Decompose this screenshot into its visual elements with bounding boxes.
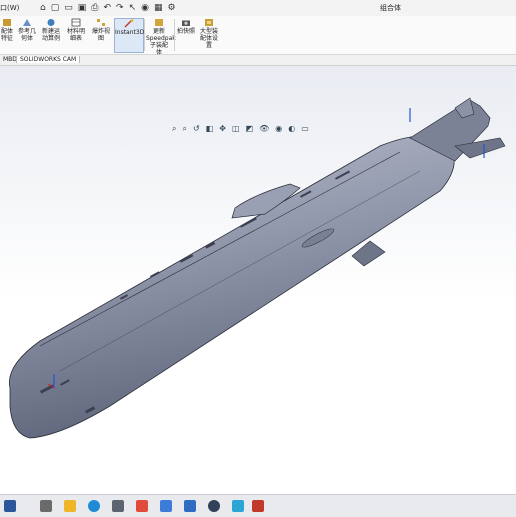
ribbon-label: 拍快照 xyxy=(176,28,195,35)
solidworks-taskbar-icon[interactable] xyxy=(252,500,264,512)
home-icon[interactable]: ⌂ xyxy=(40,3,46,13)
undo-icon[interactable]: ↶ xyxy=(103,3,111,13)
update-speedpak-button[interactable]: 更新 Speedpak 子装配 体 xyxy=(146,18,176,56)
tab-solidworks-cam[interactable]: SOLIDWORKS CAM xyxy=(16,56,81,63)
windows-taskbar xyxy=(0,494,516,517)
window-menu[interactable]: 口(W) xyxy=(0,3,19,13)
exploded-view-icon xyxy=(97,19,105,26)
command-tabs: MBD SOLIDWORKS CAM xyxy=(0,55,516,66)
instant3d-button[interactable]: Instant3D xyxy=(114,18,144,53)
large-assembly-settings-button[interactable]: 大型装 配体设 置 xyxy=(198,18,220,49)
ribbon-label: 新建运 动算例 xyxy=(41,28,60,42)
document-title: 组合体 xyxy=(380,4,401,12)
print-icon[interactable]: ⎙ xyxy=(91,3,98,13)
app-icon[interactable] xyxy=(184,500,196,512)
reference-geometry-icon xyxy=(23,19,31,26)
edge-browser-icon[interactable] xyxy=(88,500,100,512)
bom-button[interactable]: 材料明 细表 xyxy=(65,18,87,42)
ribbon-label: 爆炸视 图 xyxy=(91,28,110,42)
redo-icon[interactable]: ↷ xyxy=(116,3,124,13)
instant3d-icon xyxy=(124,19,134,28)
options-grid-icon[interactable]: ▦ xyxy=(154,3,163,13)
save-icon[interactable]: ▣ xyxy=(78,3,87,13)
traffic-light-icon[interactable]: ◉ xyxy=(141,3,149,13)
ribbon-label: 配体 特征 xyxy=(0,28,13,42)
speedpak-icon xyxy=(155,19,163,26)
bom-table-icon xyxy=(71,18,81,27)
ribbon-label: 更新 Speedpak 子装配 体 xyxy=(146,28,176,56)
command-manager-ribbon: 配体 特征 参考几 何体 新建运 动算例 材料明 细表 爆炸视 图 Instan… xyxy=(0,16,516,56)
browser-icon[interactable] xyxy=(208,500,220,512)
ribbon-label: Instant3D xyxy=(115,29,145,36)
start-icon[interactable] xyxy=(4,500,16,512)
messenger-icon[interactable] xyxy=(232,500,244,512)
new-file-icon[interactable]: ▢ xyxy=(51,3,60,13)
hull-seam xyxy=(59,170,421,372)
file-explorer-icon[interactable] xyxy=(64,500,76,512)
store-icon[interactable] xyxy=(160,500,172,512)
snapshot-button[interactable]: 拍快照 xyxy=(176,18,196,35)
reference-geometry-button[interactable]: 参考几 何体 xyxy=(16,18,38,42)
title-bar: 口(W) ⌂ ▢ ▭ ▣ ⎙ ↶ ↷ ↖ ◉ ▦ ⚙ 组合体 xyxy=(0,0,516,17)
select-pointer-icon[interactable]: ↖ xyxy=(129,3,137,13)
large-assembly-icon xyxy=(205,19,213,26)
exploded-view-button[interactable]: 爆炸视 图 xyxy=(90,18,112,42)
quick-access-toolbar: ⌂ ▢ ▭ ▣ ⎙ ↶ ↷ ↖ ◉ ▦ ⚙ xyxy=(40,2,181,14)
assembly-feature-button[interactable]: 配体 特征 xyxy=(0,18,14,42)
mail-icon[interactable] xyxy=(112,500,124,512)
graphics-area[interactable]: ⌕ ⌕ ↺ ◧ ✥ ◫ ◩ 👁 ◉ ◐ ▭ xyxy=(0,66,516,494)
open-folder-icon[interactable]: ▭ xyxy=(64,3,73,13)
ribbon-label: 大型装 配体设 置 xyxy=(199,28,218,49)
ribbon-separator xyxy=(174,19,175,51)
submarine-model[interactable] xyxy=(0,66,516,494)
motion-study-icon xyxy=(47,19,55,26)
hull-body xyxy=(8,135,455,439)
settings-gear-icon[interactable]: ⚙ xyxy=(167,3,175,13)
task-view-icon[interactable] xyxy=(40,500,52,512)
office-icon[interactable] xyxy=(136,500,148,512)
ribbon-label: 材料明 细表 xyxy=(66,28,85,42)
ribbon-label: 参考几 何体 xyxy=(17,28,36,42)
new-motion-study-button[interactable]: 新建运 动算例 xyxy=(40,18,62,42)
ribbon-separator xyxy=(144,19,145,51)
camera-icon xyxy=(182,20,190,26)
assembly-feature-icon xyxy=(3,19,11,26)
